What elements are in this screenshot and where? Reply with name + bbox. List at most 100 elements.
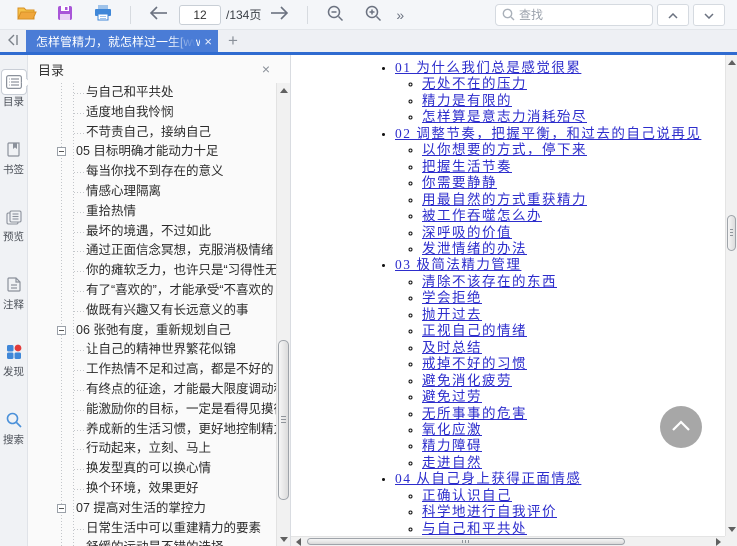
doc-scroll-up-arrow[interactable] [726,55,737,69]
doc-outline-link[interactable]: 用最自然的方式重获精力 [422,192,587,207]
doc-scroll-right-arrow[interactable] [711,537,725,546]
toc-item[interactable]: 情感心理隔离 [28,182,276,202]
toc-item[interactable]: 行动起来，立刻、马上 [28,439,276,459]
toc-item[interactable]: 每当你找不到存在的意义 [28,162,276,182]
collapse-tab-list-button[interactable] [0,30,26,52]
doc-outline-link[interactable]: 抛开过去 [422,307,482,322]
toc-scroll-thumb[interactable] [278,340,289,500]
tab-close-icon[interactable]: × [204,35,212,48]
back-to-top-button[interactable] [660,406,702,448]
toc-item-label: 能激励你的目标，一定是看得见摸得着 [86,401,276,416]
arrow-left-icon [148,6,168,23]
doc-outline-link[interactable]: 无所事事的危害 [422,406,527,421]
toc-item-label: 05 目标明确才能动力十足 [76,144,219,159]
doc-outline-link[interactable]: 怎样算是意志力消耗殆尽 [422,109,587,124]
doc-scroll-left-arrow[interactable] [291,537,305,546]
sidebar-item-discover[interactable]: 发现 [0,339,27,379]
toc-tree-connector [74,449,84,451]
new-tab-button[interactable]: + [218,30,248,52]
toc-item[interactable]: 通过正面信念冥想，克服消极情绪 [28,241,276,261]
doc-outline-link[interactable]: 避免消化疲劳 [422,373,512,388]
outline-subitem: 与自己和平共处 [422,521,737,537]
toc-item[interactable]: 能激励你的目标，一定是看得见摸得着 [28,400,276,420]
toc-tree-connector [74,370,84,372]
toc-scrollbar[interactable] [276,83,290,546]
toc-item[interactable]: 05 目标明确才能动力十足 [28,142,276,162]
sidebar-item-preview[interactable]: 预览 [0,204,27,244]
document-tab[interactable]: 怎样管精力，就怎样过一生[www × [26,30,218,52]
sidebar-item-bookmark[interactable]: 书签 [0,137,27,177]
toc-item[interactable]: 换个环境，效果更好 [28,479,276,499]
doc-outline-link[interactable]: 正确认识自己 [422,488,512,503]
doc-outline-link[interactable]: 走进自然 [422,455,482,470]
open-file-button[interactable] [14,3,40,27]
find-next-button[interactable] [693,3,725,26]
search-input[interactable] [519,7,646,22]
toc-item[interactable]: 适度地自我怜悯 [28,103,276,123]
doc-outline-link[interactable]: 以你想要的方式，停下来 [422,142,587,157]
toc-item[interactable]: 日常生活中可以重建精力的要素 [28,519,276,539]
toolbar-overflow-button[interactable]: » [396,7,404,23]
doc-outline-link[interactable]: 02 调整节奏，把握平衡，和过去的自己说再见 [395,126,701,141]
toc-scroll-up-arrow[interactable] [277,83,290,97]
doc-outline-link[interactable]: 氧化应激 [422,422,482,437]
zoom-out-button[interactable] [322,3,348,27]
doc-scroll-thumb[interactable] [727,215,736,251]
find-previous-button[interactable] [657,3,689,26]
pdf-reader-window: /134页 » 怎样管精力，就怎样过一生[www × [0,0,737,546]
toc-item[interactable]: 舒缓的运动是不错的选择 [28,538,276,546]
doc-outline-link[interactable]: 及时总结 [422,340,482,355]
doc-outline-link[interactable]: 避免过劳 [422,389,482,404]
prev-page-button[interactable] [145,3,171,27]
toc-collapse-icon[interactable] [57,325,66,335]
toc-item[interactable]: 07 提高对生活的掌控力 [28,499,276,519]
toc-item[interactable]: 工作热情不足和过高，都是不好的 [28,360,276,380]
toc-scroll-down-arrow[interactable] [277,532,290,546]
toc-collapse-icon[interactable] [57,503,66,513]
doc-outline-link[interactable]: 与自己和平共处 [422,521,527,536]
doc-outline-link[interactable]: 学会拒绝 [422,290,482,305]
toc-close-icon[interactable]: × [262,61,270,77]
doc-outline-link[interactable]: 03 极简法精力管理 [395,257,521,272]
toc-item[interactable]: 有终点的征途，才能最大限度调动积极 [28,380,276,400]
toc-item[interactable]: 换发型真的可以换心情 [28,459,276,479]
doc-outline-link[interactable]: 04 从自己身上获得正面情感 [395,471,581,486]
toc-item[interactable]: 不苛责自己，接纳自己 [28,123,276,143]
doc-outline-link[interactable]: 戒掉不好的习惯 [422,356,527,371]
doc-outline-link[interactable]: 发泄情绪的办法 [422,241,527,256]
doc-outline-link[interactable]: 精力障碍 [422,438,482,453]
toc-item[interactable]: 06 张弛有度，重新规划自己 [28,321,276,341]
document-horizontal-scrollbar[interactable] [291,536,725,546]
doc-scroll-down-arrow[interactable] [726,522,737,536]
save-button[interactable] [52,3,78,27]
toc-collapse-icon[interactable] [57,147,66,157]
outline-subitem: 你需要静静 [422,175,737,191]
doc-outline-link[interactable]: 01 为什么我们总是感觉很累 [395,60,581,75]
page-number-input[interactable] [179,4,221,25]
sidebar-item-toc[interactable]: 目录 [0,69,27,109]
doc-outline-link[interactable]: 正视自己的情绪 [422,323,527,338]
toc-item[interactable]: 你的瘫软乏力，也许只是“习得性无助 [28,261,276,281]
doc-outline-link[interactable]: 清除不该存在的东西 [422,274,557,289]
doc-outline-link[interactable]: 你需要静静 [422,175,497,190]
doc-outline-link[interactable]: 深呼吸的价值 [422,225,512,240]
toc-item[interactable]: 做既有兴趣又有长远意义的事 [28,301,276,321]
toc-item[interactable]: 重拾热情 [28,202,276,222]
toc-item[interactable]: 最坏的境遇，不过如此 [28,222,276,242]
doc-hscroll-thumb[interactable] [307,538,625,545]
toc-item[interactable]: 让自己的精神世界繁花似锦 [28,340,276,360]
next-page-button[interactable] [267,3,293,27]
print-button[interactable] [90,3,116,27]
doc-outline-link[interactable]: 被工作吞噬怎么办 [422,208,542,223]
sidebar-item-search[interactable]: 搜索 [0,407,27,447]
zoom-in-button[interactable] [360,3,386,27]
doc-outline-link[interactable]: 精力是有限的 [422,93,512,108]
toc-item[interactable]: 与自己和平共处 [28,83,276,103]
doc-outline-link[interactable]: 科学地进行自我评价 [422,504,557,519]
document-vertical-scrollbar[interactable] [725,55,737,536]
toc-item[interactable]: 有了“喜欢的”，才能承受“不喜欢的 [28,281,276,301]
sidebar-item-note[interactable]: 注释 [0,272,27,312]
doc-outline-link[interactable]: 无处不在的压力 [422,76,527,91]
toc-item[interactable]: 养成新的生活习惯，更好地控制精力 [28,420,276,440]
doc-outline-link[interactable]: 把握生活节奏 [422,159,512,174]
